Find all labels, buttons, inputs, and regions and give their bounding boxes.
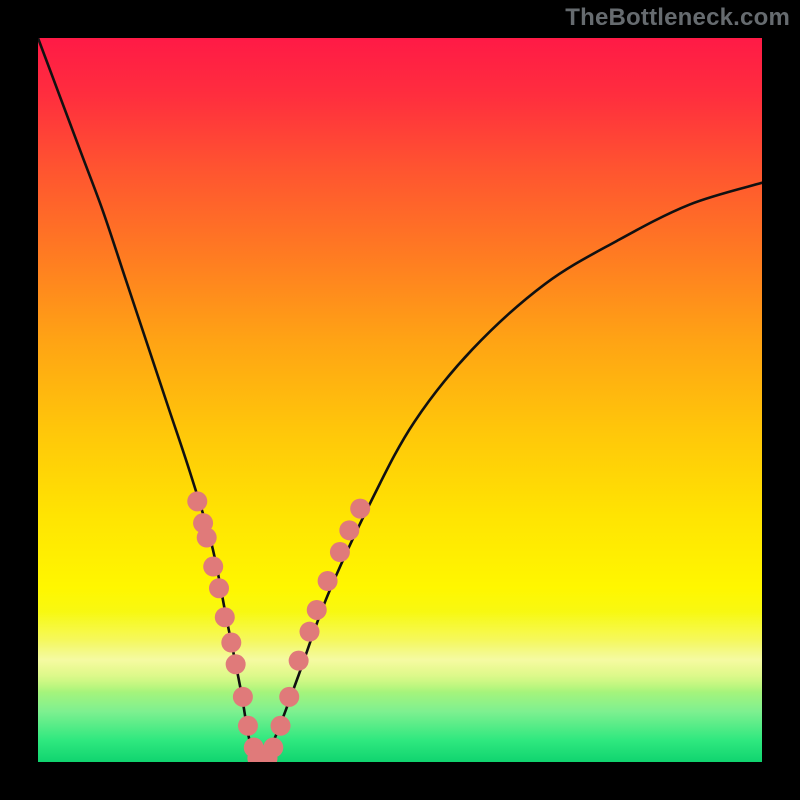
data-marker	[271, 716, 291, 736]
marker-group	[187, 491, 370, 762]
data-marker	[238, 716, 258, 736]
data-marker	[330, 542, 350, 562]
data-marker	[289, 651, 309, 671]
data-marker	[233, 687, 253, 707]
data-marker	[226, 654, 246, 674]
data-marker	[307, 600, 327, 620]
plot-area	[38, 38, 762, 762]
data-marker	[215, 607, 235, 627]
data-marker	[263, 738, 283, 758]
data-marker	[209, 578, 229, 598]
curve-layer	[38, 38, 762, 762]
chart-stage: TheBottleneck.com	[0, 0, 800, 800]
data-marker	[318, 571, 338, 591]
data-marker	[300, 622, 320, 642]
bottleneck-curve	[38, 38, 762, 762]
data-marker	[350, 499, 370, 519]
data-marker	[279, 687, 299, 707]
data-marker	[203, 557, 223, 577]
data-marker	[221, 633, 241, 653]
attribution-text: TheBottleneck.com	[565, 4, 790, 32]
data-marker	[187, 491, 207, 511]
data-marker	[339, 520, 359, 540]
data-marker	[197, 528, 217, 548]
